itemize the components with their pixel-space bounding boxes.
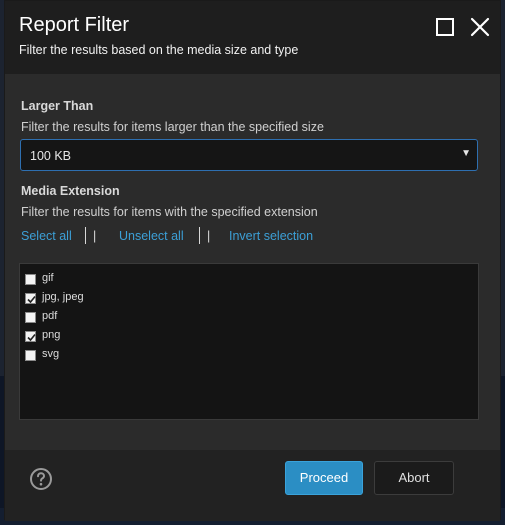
dialog-footer: Proceed Abort bbox=[5, 450, 500, 521]
extension-option-label: jpg, jpeg bbox=[42, 291, 84, 303]
close-icon bbox=[470, 17, 490, 37]
close-button[interactable] bbox=[468, 15, 492, 39]
extension-option-label: svg bbox=[42, 348, 60, 360]
selection-actions: Select all | Unselect all | Invert selec… bbox=[21, 227, 481, 247]
extension-option-label: pdf bbox=[42, 310, 58, 322]
select-all-link[interactable]: Select all bbox=[21, 229, 72, 243]
dialog-header: Report Filter Filter the results based o… bbox=[5, 1, 500, 74]
size-filter-description: Filter the results for items larger than… bbox=[21, 120, 324, 134]
dialog-body: Larger Than Filter the results for items… bbox=[5, 74, 500, 450]
size-filter-heading: Larger Than bbox=[21, 99, 94, 113]
separator-line bbox=[199, 227, 200, 244]
abort-button[interactable]: Abort bbox=[374, 461, 454, 495]
size-select-value: 100 KB bbox=[30, 149, 72, 163]
separator-pipe: | bbox=[207, 229, 211, 243]
checkmark-icon bbox=[27, 333, 36, 342]
extension-filter-description: Filter the results for items with the sp… bbox=[21, 205, 318, 219]
help-icon bbox=[30, 468, 52, 490]
checkbox[interactable] bbox=[25, 274, 36, 285]
unselect-all-link[interactable]: Unselect all bbox=[119, 229, 184, 243]
extension-filter-heading: Media Extension bbox=[21, 184, 120, 198]
checkmark-icon bbox=[27, 295, 36, 304]
separator-line bbox=[85, 227, 86, 244]
checkbox[interactable] bbox=[25, 350, 36, 361]
checkbox[interactable] bbox=[25, 312, 36, 323]
proceed-button[interactable]: Proceed bbox=[285, 461, 363, 495]
extension-option-label: png bbox=[42, 329, 61, 341]
dropdown-arrow-icon: ▼ bbox=[461, 148, 471, 159]
report-filter-dialog: Report Filter Filter the results based o… bbox=[4, 0, 501, 521]
extension-list[interactable]: gif jpg, jpeg pdf png svg bbox=[19, 263, 479, 420]
separator-pipe: | bbox=[93, 229, 97, 243]
invert-selection-link[interactable]: Invert selection bbox=[229, 229, 313, 243]
size-select[interactable]: 100 KB ▼ bbox=[20, 139, 478, 171]
checkbox[interactable] bbox=[25, 331, 36, 342]
help-button[interactable] bbox=[29, 467, 53, 491]
extension-option-label: gif bbox=[42, 272, 54, 284]
maximize-icon bbox=[436, 18, 454, 36]
dialog-subtitle: Filter the results based on the media si… bbox=[19, 43, 299, 57]
checkbox[interactable] bbox=[25, 293, 36, 304]
maximize-button[interactable] bbox=[433, 15, 457, 39]
dialog-title: Report Filter bbox=[19, 14, 130, 36]
